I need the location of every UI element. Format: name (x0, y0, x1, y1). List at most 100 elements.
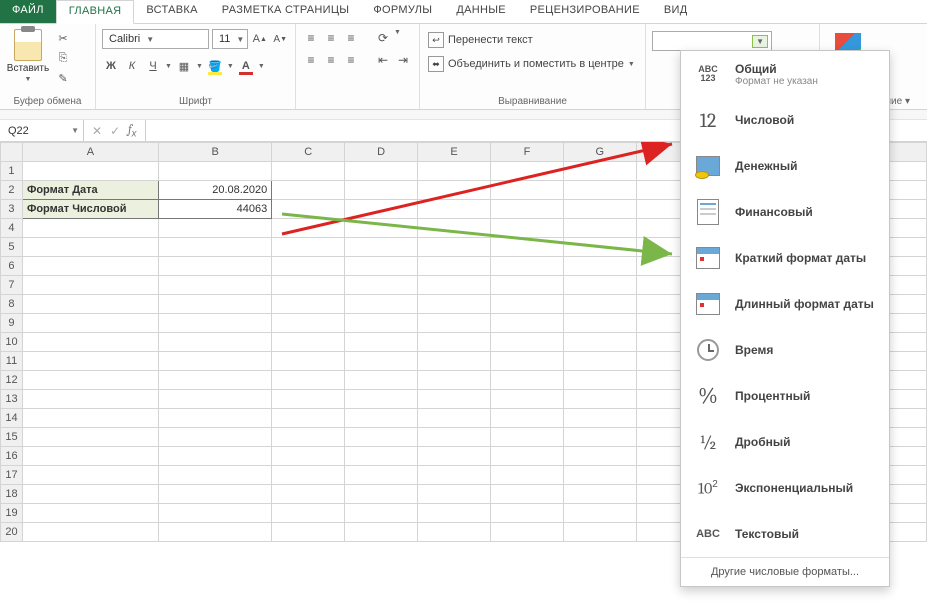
cell-E16[interactable] (418, 447, 491, 466)
align-middle-button[interactable]: ≡ (322, 29, 340, 47)
fill-color-button[interactable]: 🪣 (206, 57, 224, 75)
cell-E14[interactable] (418, 409, 491, 428)
cell-G11[interactable] (563, 352, 636, 371)
cell-D8[interactable] (345, 295, 418, 314)
cell-B2[interactable]: 20.08.2020 (158, 181, 271, 200)
cell-B10[interactable] (158, 333, 271, 352)
cell-G8[interactable] (563, 295, 636, 314)
font-size-combo[interactable]: 11▼ (212, 29, 248, 49)
tab-home[interactable]: ГЛАВНАЯ (56, 0, 135, 24)
cell-E8[interactable] (418, 295, 491, 314)
increase-font-button[interactable]: A▲ (251, 30, 269, 48)
tab-formulas[interactable]: ФОРМУЛЫ (361, 0, 444, 23)
cell-C7[interactable] (272, 276, 345, 295)
cell-C10[interactable] (272, 333, 345, 352)
cell-F13[interactable] (491, 390, 564, 409)
format-option-7[interactable]: % Процентный (681, 373, 889, 419)
align-center-button[interactable]: ≡ (322, 51, 340, 69)
cell-C4[interactable] (272, 219, 345, 238)
cell-G6[interactable] (563, 257, 636, 276)
name-box[interactable]: Q22▼ (0, 120, 84, 141)
cell-C17[interactable] (272, 466, 345, 485)
col-header-F[interactable]: F (491, 143, 564, 162)
cell-G4[interactable] (563, 219, 636, 238)
cell-E19[interactable] (418, 504, 491, 523)
cell-E3[interactable] (418, 200, 491, 219)
col-header-D[interactable]: D (345, 143, 418, 162)
cell-D13[interactable] (345, 390, 418, 409)
cell-C6[interactable] (272, 257, 345, 276)
row-header-17[interactable]: 17 (1, 466, 23, 485)
row-header-16[interactable]: 16 (1, 447, 23, 466)
cell-A8[interactable] (22, 295, 158, 314)
cell-C16[interactable] (272, 447, 345, 466)
cell-G15[interactable] (563, 428, 636, 447)
row-header-19[interactable]: 19 (1, 504, 23, 523)
decrease-indent-button[interactable]: ⇤ (374, 51, 392, 69)
cell-E5[interactable] (418, 238, 491, 257)
cell-D18[interactable] (345, 485, 418, 504)
cell-G12[interactable] (563, 371, 636, 390)
cell-E10[interactable] (418, 333, 491, 352)
cell-A20[interactable] (22, 523, 158, 542)
cell-D7[interactable] (345, 276, 418, 295)
cell-C18[interactable] (272, 485, 345, 504)
tab-review[interactable]: РЕЦЕНЗИРОВАНИЕ (518, 0, 652, 23)
cell-C12[interactable] (272, 371, 345, 390)
cell-C9[interactable] (272, 314, 345, 333)
cancel-formula-icon[interactable]: ✕ (92, 124, 102, 138)
format-option-0[interactable]: ABC123 Общий Формат не указан (681, 51, 889, 97)
cell-E1[interactable] (418, 162, 491, 181)
select-all-corner[interactable] (1, 143, 23, 162)
cell-F11[interactable] (491, 352, 564, 371)
cell-A18[interactable] (22, 485, 158, 504)
cell-D5[interactable] (345, 238, 418, 257)
cell-F2[interactable] (491, 181, 564, 200)
cell-B7[interactable] (158, 276, 271, 295)
number-format-combo[interactable]: ▼ (652, 31, 772, 51)
cell-F12[interactable] (491, 371, 564, 390)
cut-button[interactable]: ✂ (54, 29, 72, 47)
row-header-8[interactable]: 8 (1, 295, 23, 314)
cell-B4[interactable] (158, 219, 271, 238)
cell-C1[interactable] (272, 162, 345, 181)
cell-F20[interactable] (491, 523, 564, 542)
cell-G14[interactable] (563, 409, 636, 428)
cell-G13[interactable] (563, 390, 636, 409)
format-option-3[interactable]: Финансовый (681, 189, 889, 235)
cell-E17[interactable] (418, 466, 491, 485)
cell-F10[interactable] (491, 333, 564, 352)
cell-B20[interactable] (158, 523, 271, 542)
cell-D1[interactable] (345, 162, 418, 181)
merge-center-button[interactable]: ⬌ Объединить и поместить в центре ▼ (426, 55, 639, 73)
cell-D9[interactable] (345, 314, 418, 333)
cell-A4[interactable] (22, 219, 158, 238)
row-header-3[interactable]: 3 (1, 200, 23, 219)
cell-G5[interactable] (563, 238, 636, 257)
cell-E9[interactable] (418, 314, 491, 333)
cell-G7[interactable] (563, 276, 636, 295)
cell-G3[interactable] (563, 200, 636, 219)
cell-A2[interactable]: Формат Дата (22, 181, 158, 200)
cell-B1[interactable] (158, 162, 271, 181)
cell-D17[interactable] (345, 466, 418, 485)
cell-B12[interactable] (158, 371, 271, 390)
cell-F6[interactable] (491, 257, 564, 276)
cell-E20[interactable] (418, 523, 491, 542)
format-option-10[interactable]: ABC Текстовый (681, 511, 889, 557)
cell-E12[interactable] (418, 371, 491, 390)
decrease-font-button[interactable]: A▼ (271, 30, 289, 48)
row-header-11[interactable]: 11 (1, 352, 23, 371)
cell-C5[interactable] (272, 238, 345, 257)
cell-D12[interactable] (345, 371, 418, 390)
format-option-5[interactable]: Длинный формат даты (681, 281, 889, 327)
cell-F8[interactable] (491, 295, 564, 314)
cell-D16[interactable] (345, 447, 418, 466)
cell-F9[interactable] (491, 314, 564, 333)
wrap-text-button[interactable]: ↩ Перенести текст (426, 31, 639, 49)
cell-B18[interactable] (158, 485, 271, 504)
cell-E7[interactable] (418, 276, 491, 295)
cell-D6[interactable] (345, 257, 418, 276)
cell-A7[interactable] (22, 276, 158, 295)
col-header-B[interactable]: B (158, 143, 271, 162)
